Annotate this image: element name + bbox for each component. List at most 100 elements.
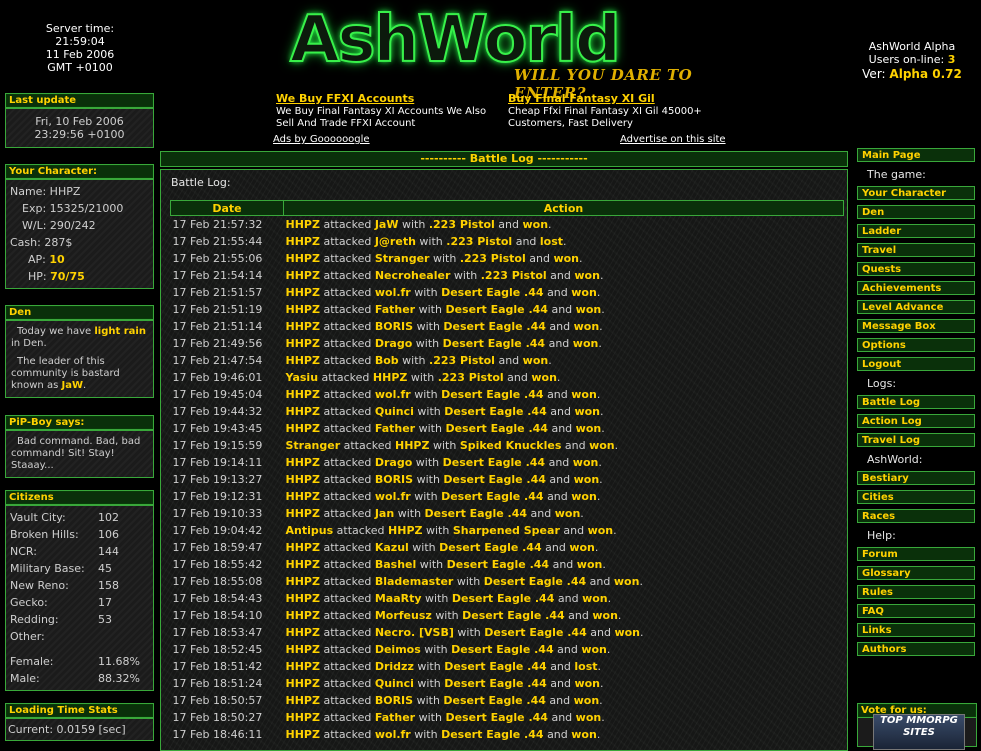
nav-item-faq[interactable]: FAQ: [857, 604, 975, 618]
version: Ver: Alpha 0.72: [862, 67, 962, 81]
battle-result: won: [592, 609, 618, 622]
battle-defender: wol.fr: [374, 388, 411, 401]
nav-item-authors[interactable]: Authors: [857, 642, 975, 656]
nav-item-cities[interactable]: Cities: [857, 490, 975, 504]
server-time-value: 21:59:04: [55, 35, 105, 48]
battle-word: and: [557, 592, 579, 605]
battle-word: attacked: [323, 677, 372, 690]
battle-date: 17 Feb 18:59:47: [172, 541, 263, 554]
nav-item-bestiary[interactable]: Bestiary: [857, 471, 975, 485]
battle-word: with: [419, 558, 444, 571]
battle-weapon: Desert Eagle .44: [451, 592, 555, 605]
battle-action: HHPZ attacked Father with Desert Eagle .…: [285, 711, 605, 724]
nav-item-travel-log[interactable]: Travel Log: [857, 433, 975, 447]
nav-item-glossary[interactable]: Glossary: [857, 566, 975, 580]
citizens-panel: Citizens Vault City: 102 Broken Hills: 106…: [5, 490, 154, 691]
battle-action: HHPZ attacked Quinci with Desert Eagle .…: [285, 405, 604, 418]
battle-date: 17 Feb 19:10:33: [172, 507, 263, 520]
ad-2-link[interactable]: Buy Final Fantasy XI Gil: [508, 93, 738, 105]
battle-result: won: [569, 541, 595, 554]
battle-attacker: HHPZ: [285, 269, 320, 282]
battle-weapon: Desert Eagle .44: [483, 575, 587, 588]
site-logo[interactable]: AshWorld WILL YOU DARE TO ENTER?: [282, 2, 732, 102]
battle-attacker: HHPZ: [285, 388, 320, 401]
table-row: 17 Feb 19:43:45 HHPZ attacked Father with…: [171, 420, 844, 437]
battle-action: HHPZ attacked Drago with Desert Eagle .4…: [285, 337, 602, 350]
battle-word: attacked: [323, 575, 372, 588]
nav-item-level-advance[interactable]: Level Advance: [857, 300, 975, 314]
battle-result: lost: [539, 235, 564, 248]
battle-word: with: [402, 218, 426, 231]
table-row: 17 Feb 18:54:10 HHPZ attacked Morfeusz wi…: [171, 607, 844, 624]
battle-result: won: [531, 371, 557, 384]
battle-defender: Drago: [374, 337, 413, 350]
battle-word: with: [417, 660, 441, 673]
battle-result: won: [572, 337, 599, 350]
battle-date: 17 Feb 18:55:08: [172, 575, 263, 588]
battle-defender: wol.fr: [374, 286, 411, 299]
ad-1-link[interactable]: We Buy FFXI Accounts: [276, 93, 496, 105]
nav-main-page[interactable]: Main Page: [857, 148, 975, 162]
advertise-link[interactable]: Advertise on this site: [620, 134, 726, 145]
battle-word: and: [550, 269, 571, 282]
battle-defender: Quinci: [374, 677, 414, 690]
table-row: 17 Feb 19:15:59 Stranger attacked HHPZ wi…: [171, 437, 844, 454]
loading-stats-panel: Loading Time Stats Current: 0.0159 [sec]: [5, 703, 154, 741]
citizens-row: Other:: [10, 630, 45, 643]
table-row: 17 Feb 18:51:42 HHPZ attacked Dridzz with…: [171, 658, 844, 675]
pipboy-text: Bad command. Bad, bad command! Sit! Stay…: [5, 430, 154, 478]
nav-item-quests[interactable]: Quests: [857, 262, 975, 276]
battle-word: and: [550, 660, 571, 673]
battle-word: and: [548, 456, 570, 469]
char-wl: W/L: 290/242: [22, 219, 96, 232]
battle-attacker: HHPZ: [285, 405, 320, 418]
battle-word: with: [456, 575, 481, 588]
battle-word: with: [414, 286, 438, 299]
battle-action: HHPZ attacked BORIS with Desert Eagle .4…: [285, 473, 603, 486]
battle-word: attacked: [323, 320, 372, 333]
nav-item-den[interactable]: Den: [857, 205, 975, 219]
nav-item-achievements[interactable]: Achievements: [857, 281, 975, 295]
battle-word: attacked: [323, 694, 372, 707]
table-row: 17 Feb 18:52:45 HHPZ attacked Deimos with…: [171, 641, 844, 658]
den-leader: The leader of this community is bastard …: [11, 356, 120, 391]
table-row: 17 Feb 21:47:54 HHPZ attacked Bob with .2…: [171, 352, 844, 369]
vote-banner[interactable]: TOP MMORPG SITES: [873, 714, 965, 750]
nav-item-battle-log[interactable]: Battle Log: [857, 395, 975, 409]
battle-attacker: HHPZ: [285, 694, 320, 707]
nav-section-ashworld: AshWorld:: [867, 453, 923, 466]
battle-word: with: [414, 728, 438, 741]
nav-item-forum[interactable]: Forum: [857, 547, 975, 561]
battle-result: won: [589, 439, 615, 452]
battle-action: HHPZ attacked Quinci with Desert Eagle .…: [285, 677, 604, 690]
battle-word: attacked: [323, 303, 372, 316]
table-row: 17 Feb 19:44:32 HHPZ attacked Quinci with…: [171, 403, 844, 420]
nav-item-message-box[interactable]: Message Box: [857, 319, 975, 333]
site-info-box: AshWorld Alpha Users on-line: 3 Ver: Alp…: [848, 40, 976, 82]
battle-attacker: HHPZ: [285, 473, 320, 486]
battle-defender: Bashel: [374, 558, 417, 571]
table-row: 17 Feb 21:51:57 HHPZ attacked wol.fr with…: [171, 284, 844, 301]
battle-attacker: HHPZ: [285, 609, 320, 622]
nav-item-races[interactable]: Races: [857, 509, 975, 523]
nav-item-action-log[interactable]: Action Log: [857, 414, 975, 428]
battle-word: with: [397, 507, 422, 520]
nav-item-ladder[interactable]: Ladder: [857, 224, 975, 238]
nav-item-logout[interactable]: Logout: [857, 357, 975, 371]
nav-item-travel[interactable]: Travel: [857, 243, 975, 257]
nav-item-rules[interactable]: Rules: [857, 585, 975, 599]
battle-word: with: [457, 626, 481, 639]
battle-word: attacked: [323, 235, 372, 248]
nav-item-links[interactable]: Links: [857, 623, 975, 637]
nav-item-options[interactable]: Options: [857, 338, 975, 352]
ad-2-text: Cheap Ffxi Final Fantasy XI Gil 45000+ C…: [508, 106, 702, 129]
char-exp: Exp: 15325/21000: [22, 202, 124, 215]
battle-result: won: [582, 592, 608, 605]
table-row: 17 Feb 18:55:42 HHPZ attacked Bashel with…: [171, 556, 844, 573]
battle-word: attacked: [323, 558, 372, 571]
battle-attacker: HHPZ: [285, 507, 320, 520]
nav-item-your-character[interactable]: Your Character: [857, 186, 975, 200]
battle-action: Yasiu attacked HHPZ with .223 Pistol and…: [285, 371, 561, 384]
battle-result: won: [575, 422, 602, 435]
ads-by-link[interactable]: Ads by Goooooogle: [273, 134, 370, 145]
